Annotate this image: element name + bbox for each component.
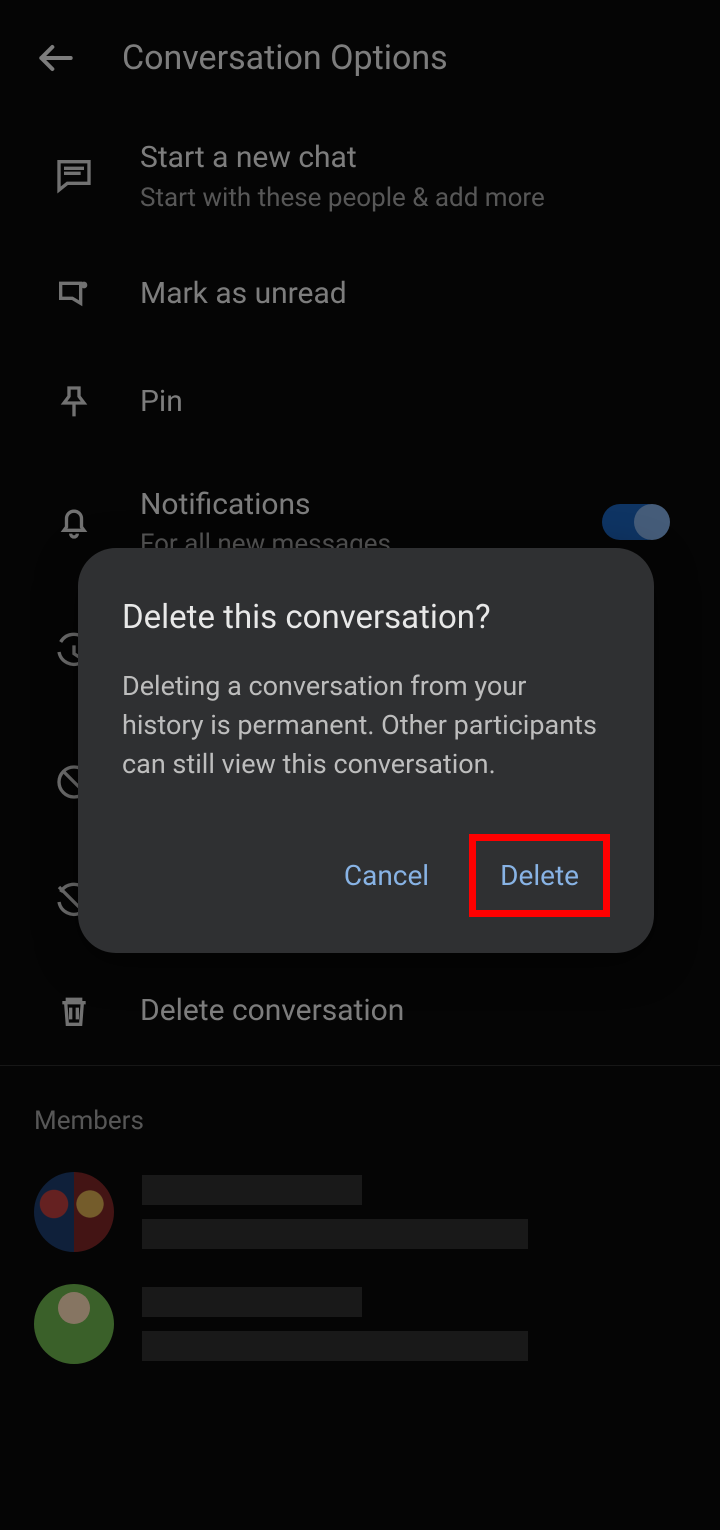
member-row[interactable]: [0, 1156, 720, 1268]
option-delete-conversation[interactable]: Delete conversation: [0, 957, 720, 1065]
option-title: Delete conversation: [140, 991, 686, 1032]
delete-dialog: Delete this conversation? Deleting a con…: [78, 548, 654, 953]
pin-icon: [48, 377, 100, 429]
bell-icon: [48, 496, 100, 548]
member-name-redacted: [142, 1175, 362, 1205]
mark-unread-icon: [48, 269, 100, 321]
option-mark-unread[interactable]: Mark as unread: [0, 241, 720, 349]
option-subtitle: Start with these people & add more: [140, 183, 686, 213]
member-row[interactable]: [0, 1268, 720, 1380]
member-name-redacted: [142, 1287, 362, 1317]
option-pin[interactable]: Pin: [0, 349, 720, 457]
option-title: Pin: [140, 382, 686, 423]
header: Conversation Options: [0, 0, 720, 110]
dialog-actions: Cancel Delete: [122, 834, 610, 917]
notifications-toggle[interactable]: [602, 504, 666, 540]
cancel-button[interactable]: Cancel: [320, 841, 453, 910]
option-title: Notifications: [140, 485, 602, 526]
members-section-label: Members: [0, 1066, 720, 1156]
back-button[interactable]: [34, 36, 78, 80]
option-new-chat[interactable]: Start a new chat Start with these people…: [0, 110, 720, 241]
option-title: Start a new chat: [140, 138, 686, 179]
avatar: [34, 1172, 114, 1252]
page-title: Conversation Options: [122, 38, 448, 78]
toggle-knob: [634, 504, 670, 540]
avatar: [34, 1284, 114, 1364]
dialog-body: Deleting a conversation from your histor…: [122, 667, 610, 784]
arrow-left-icon: [34, 36, 78, 80]
member-detail-redacted: [142, 1331, 528, 1361]
option-title: Mark as unread: [140, 274, 686, 315]
dialog-title: Delete this conversation?: [122, 598, 610, 637]
member-detail-redacted: [142, 1219, 528, 1249]
trash-icon: [48, 985, 100, 1037]
chat-icon: [48, 149, 100, 201]
delete-button[interactable]: Delete: [469, 834, 610, 917]
